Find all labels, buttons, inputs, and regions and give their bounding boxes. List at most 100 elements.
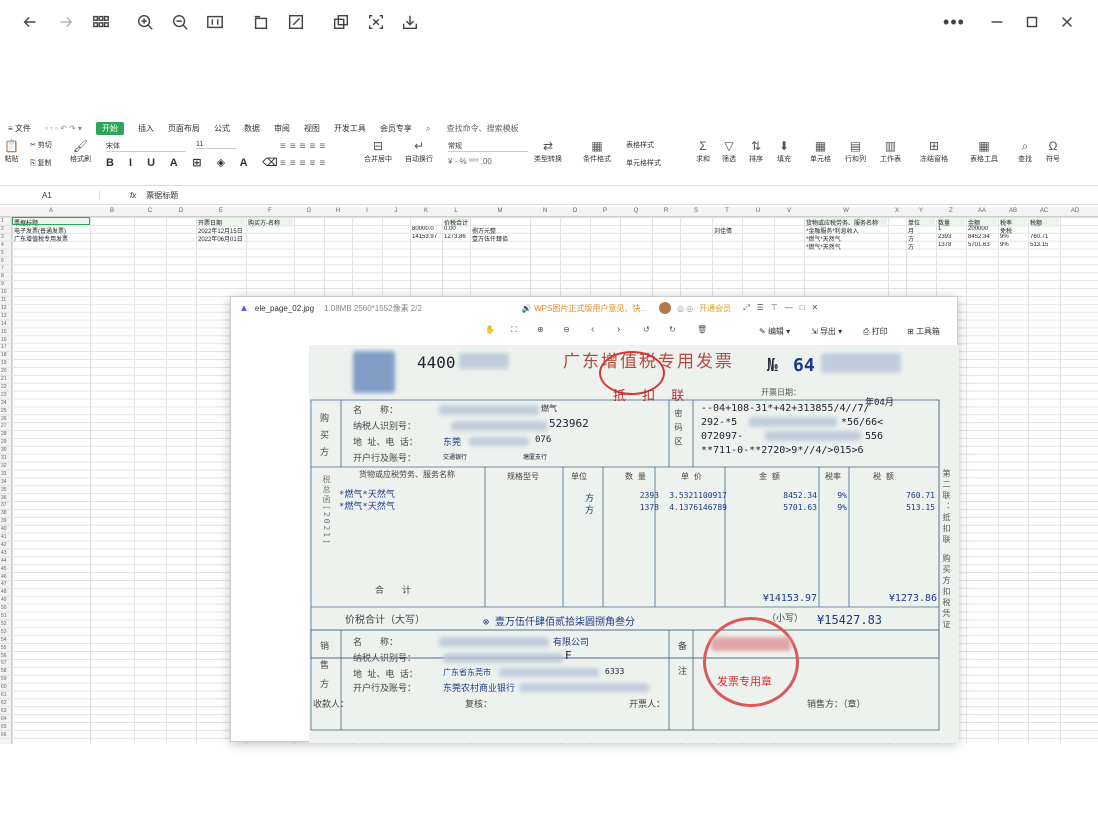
type-convert-button[interactable]: ⇄ 类型转换 [534,138,562,164]
cell-k-2[interactable]: 80000.0 [412,226,441,232]
menu-formula[interactable]: 公式 [214,123,230,134]
column-N[interactable]: N [530,208,560,214]
grid-icon[interactable] [89,10,113,34]
symbol-button[interactable]: Ω 符号 [1046,138,1060,164]
next-icon[interactable]: › [617,324,620,335]
column-D[interactable]: D [166,208,196,214]
menu-page-layout[interactable]: 页面布局 [168,123,200,134]
column-AA[interactable]: AA [966,208,998,214]
sum-button[interactable]: Σ 求和 [696,138,710,164]
open-member-link[interactable]: 开通会员 [699,303,731,314]
cell-l-3[interactable]: 1273.86 [444,234,469,240]
freeze-button[interactable]: ⊞ 冻结窗格 [920,138,948,164]
copy-button[interactable]: ⎘ 复制 [30,158,52,168]
merge-button[interactable]: ⊟ 合并居中 [364,138,392,164]
column-I[interactable]: I [352,208,382,214]
cell-k-3[interactable]: 14153.97 [412,234,441,240]
cond-format-button[interactable]: ▦ 条件格式 [583,138,611,164]
table-tools-button[interactable]: ▦ 表格工具 [970,138,998,164]
cell-ab-4[interactable]: 9% [1000,242,1027,248]
edit-icon[interactable] [284,10,308,34]
zoom-in-icon-2[interactable]: ⊕ [537,325,544,334]
menu-data[interactable]: 数据 [244,123,260,134]
menu-member[interactable]: 会员专享 [380,123,412,134]
cell-m-3[interactable]: 壹万伍仟肆佰 [472,234,529,243]
cell-f-1[interactable]: 购买方-名称 [248,218,293,227]
column-K[interactable]: K [410,208,442,214]
crop-icon[interactable] [364,10,388,34]
rotate-left-icon[interactable]: ↺ [643,325,650,334]
align-buttons[interactable]: ≡≡≡≡≡ [280,141,329,152]
font-size-select[interactable]: 11 [196,141,236,149]
fit-window-icon[interactable]: ⛶ [511,325,517,335]
close-icon[interactable] [1055,10,1079,34]
cell-z-2[interactable]: 1 [938,226,965,232]
column-A[interactable]: A [12,208,90,214]
column-T[interactable]: T [712,208,742,214]
column-R[interactable]: R [652,208,680,214]
rowcol-button[interactable]: ▤ 行和列 [845,138,866,164]
forward-icon[interactable] [54,10,78,34]
column-H[interactable]: H [324,208,352,214]
menu-review[interactable]: 审阅 [274,123,290,134]
column-Q[interactable]: Q [620,208,652,214]
column-E[interactable]: E [196,208,246,214]
export-button[interactable]: ⇲ 导出 ▾ [811,326,842,337]
download-icon[interactable] [398,10,422,34]
cell-e-3[interactable]: 2022年06月01日 [198,234,245,243]
cell-y-4[interactable]: 方 [908,242,935,251]
align-buttons-2[interactable]: ≡≡≡≡≡ [280,158,329,169]
column-W[interactable]: W [804,208,888,214]
table-style-button[interactable]: 表格样式 [626,140,654,150]
column-U[interactable]: U [742,208,774,214]
column-Z[interactable]: Z [936,208,966,214]
column-M[interactable]: M [470,208,530,214]
edit-button[interactable]: ✎ 编辑 ▾ [759,326,790,337]
maximize-icon[interactable] [1020,10,1044,34]
zoom-out-icon[interactable] [168,10,192,34]
search-command[interactable]: ⌕ 查找命令、搜索模板 [426,123,533,134]
window-buttons[interactable]: ⤢☰⊤—□✕ [743,303,825,313]
format-painter-button[interactable]: 🖌 格式刷 [70,138,91,164]
zoom-out-icon-2[interactable]: ⊖ [563,325,570,334]
rotate-right-icon[interactable]: ↻ [669,325,676,334]
cell-style-button[interactable]: 单元格样式 [626,158,661,168]
column-L[interactable]: L [442,208,470,214]
column-S[interactable]: S [680,208,712,214]
cell-ac-3[interactable]: 760.71 [1030,234,1059,240]
paste-button[interactable]: 📋 粘贴 [4,138,19,164]
font-style-buttons[interactable]: B I U A ⊞ ◈ A ⌫ [106,156,284,169]
column-F[interactable]: F [246,208,294,214]
fill-button[interactable]: ⬇ 填充 [777,138,791,164]
menu-view[interactable]: 视图 [304,123,320,134]
settings-icons[interactable]: ◎ ◎ [677,304,693,313]
wrap-button[interactable]: ↵ 自动换行 [405,138,433,164]
delete-icon[interactable]: 🗑 [697,325,707,334]
prev-icon[interactable]: ‹ [591,324,594,335]
column-O[interactable]: O [560,208,590,214]
find-button[interactable]: ⌕ 查找 [1018,138,1032,164]
menu-developer[interactable]: 开发工具 [334,123,366,134]
number-buttons[interactable]: ¥ - % ⁰⁰⁰ .00 [448,157,492,166]
minimize-icon[interactable] [985,10,1009,34]
name-box[interactable]: A1 [0,190,100,200]
column-Y[interactable]: Y [906,208,936,214]
copy-icon[interactable] [329,10,353,34]
number-format-select[interactable]: 常规 [448,141,528,152]
font-select[interactable]: 宋体 [106,141,186,152]
zoom-in-icon[interactable] [133,10,157,34]
column-C[interactable]: C [134,208,166,214]
column-G[interactable]: G [294,208,324,214]
column-B[interactable]: B [90,208,134,214]
cell-aa-3[interactable]: 8452.34 [968,234,997,240]
column-J[interactable]: J [382,208,410,214]
column-P[interactable]: P [590,208,620,214]
sort-button[interactable]: ⇅ 排序 [749,138,763,164]
cell-z-4[interactable]: 1378 [938,242,965,248]
cell-a-3[interactable]: 广东增值税专用发票 [14,234,89,243]
menu-home-tab[interactable]: 开始 [95,121,124,135]
more-icon[interactable]: ••• [942,10,966,34]
fit-icon[interactable] [203,10,227,34]
cell-ab-3[interactable]: 9% [1000,234,1027,240]
avatar[interactable] [659,302,671,314]
